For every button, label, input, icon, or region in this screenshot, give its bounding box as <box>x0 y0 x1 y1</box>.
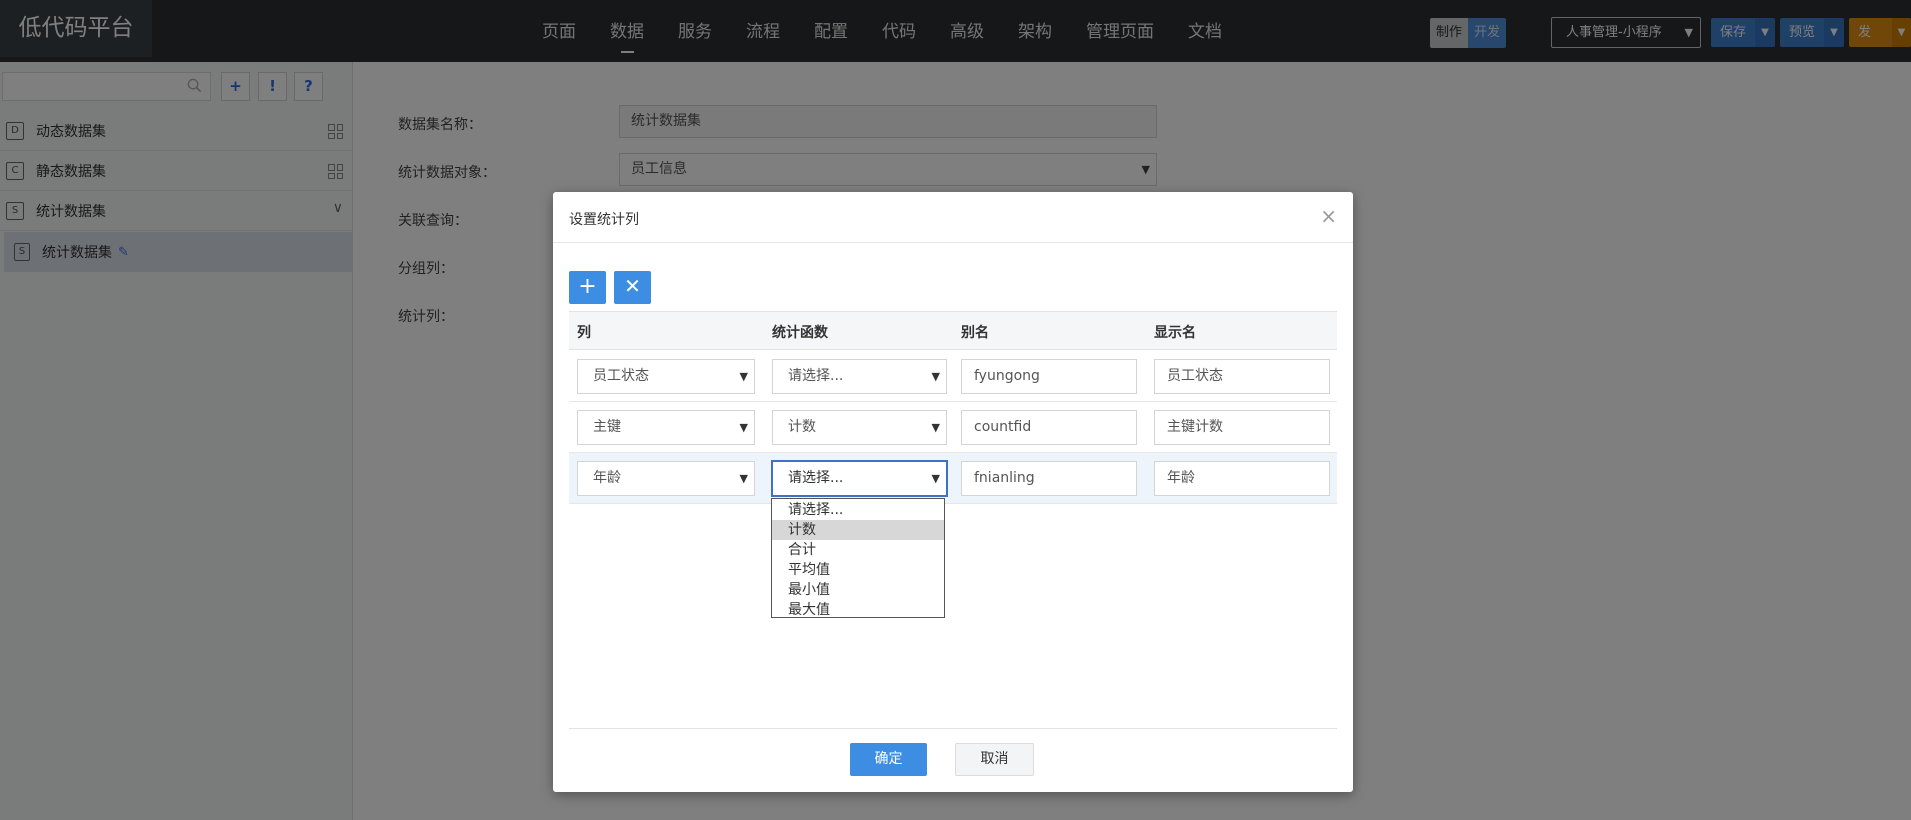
add-row-button[interactable]: + <box>569 271 606 304</box>
alias-input[interactable]: fyungong <box>961 359 1137 394</box>
column-select[interactable]: 员工状态 ▼ <box>577 359 755 394</box>
column-select-value: 员工状态 <box>593 368 649 384</box>
footer-divider <box>569 728 1337 729</box>
column-select[interactable]: 年龄 ▼ <box>577 461 755 496</box>
column-select-value: 年龄 <box>593 470 621 486</box>
chevron-down-icon: ▼ <box>931 370 940 383</box>
chevron-down-icon: ▼ <box>931 472 940 485</box>
func-select-value: 请选择... <box>788 368 844 384</box>
table-header: 列 统计函数 别名 显示名 <box>569 311 1337 350</box>
display-name-input[interactable]: 年龄 <box>1154 461 1330 496</box>
dropdown-option[interactable]: 最小值 <box>772 580 944 600</box>
dropdown-option[interactable]: 合计 <box>772 540 944 560</box>
cancel-button[interactable]: 取消 <box>955 743 1034 776</box>
column-header: 统计函数 <box>772 325 828 341</box>
dropdown-option[interactable]: 平均值 <box>772 560 944 580</box>
chevron-down-icon: ▼ <box>739 370 748 383</box>
display-name-input[interactable]: 主键计数 <box>1154 410 1330 445</box>
dropdown-option[interactable]: 请选择... <box>772 500 944 520</box>
table-row: 年龄 ▼ 请选择... ▼ fnianling 年龄 <box>569 453 1337 504</box>
column-header: 别名 <box>961 325 989 341</box>
alias-input[interactable]: fnianling <box>961 461 1137 496</box>
modal-title: 设置统计列 <box>569 212 639 228</box>
func-select[interactable]: 计数 ▼ <box>772 410 947 445</box>
dropdown-option[interactable]: 最大值 <box>772 600 944 620</box>
table-row: 员工状态 ▼ 请选择... ▼ fyungong 员工状态 <box>569 351 1337 402</box>
func-dropdown-list: 请选择... 计数 合计 平均值 最小值 最大值 <box>771 498 945 618</box>
column-select-value: 主键 <box>593 419 621 435</box>
func-select-value: 请选择... <box>788 470 844 486</box>
column-select[interactable]: 主键 ▼ <box>577 410 755 445</box>
modal-header: 设置统计列 × <box>553 192 1353 243</box>
close-icon[interactable]: × <box>1320 204 1337 228</box>
chevron-down-icon: ▼ <box>739 472 748 485</box>
table-row: 主键 ▼ 计数 ▼ countfid 主键计数 <box>569 402 1337 453</box>
stat-columns-modal: 设置统计列 × + ✕ 列 统计函数 别名 显示名 员工状态 ▼ 请选择... … <box>553 192 1353 792</box>
column-header: 显示名 <box>1154 325 1196 341</box>
chevron-down-icon: ▼ <box>739 421 748 434</box>
delete-row-button[interactable]: ✕ <box>614 271 651 304</box>
chevron-down-icon: ▼ <box>931 421 940 434</box>
func-select[interactable]: 请选择... ▼ <box>772 461 947 496</box>
alias-input[interactable]: countfid <box>961 410 1137 445</box>
func-select-value: 计数 <box>788 419 816 435</box>
column-header: 列 <box>577 325 591 341</box>
dropdown-option[interactable]: 计数 <box>772 520 944 540</box>
confirm-button[interactable]: 确定 <box>850 743 927 776</box>
func-select[interactable]: 请选择... ▼ <box>772 359 947 394</box>
display-name-input[interactable]: 员工状态 <box>1154 359 1330 394</box>
